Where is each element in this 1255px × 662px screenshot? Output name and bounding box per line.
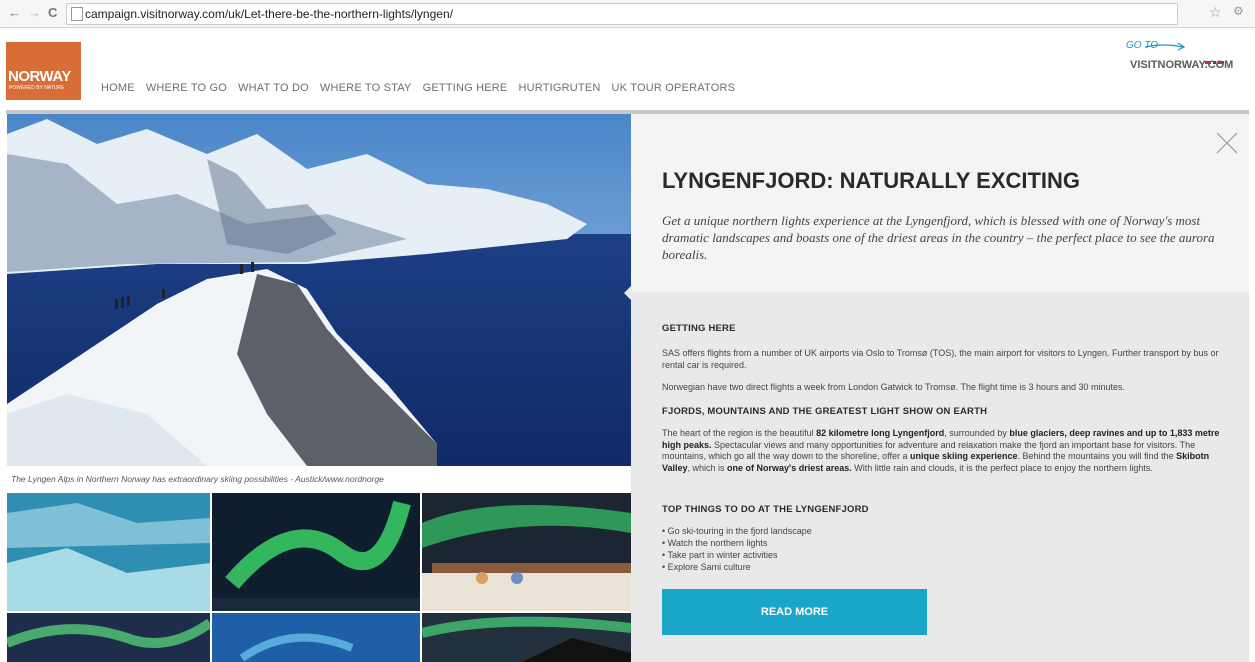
logo-tagline: POWERED BY NATURE xyxy=(9,85,65,91)
forward-button[interactable]: → xyxy=(28,5,41,20)
text-run: With little rain and clouds, it is the p… xyxy=(851,463,1153,474)
paragraph: SAS offers flights from a number of UK a… xyxy=(662,348,1219,370)
list-item: Watch the northern lights xyxy=(662,537,812,549)
nav-getting-here[interactable]: GETTING HERE xyxy=(423,82,508,94)
arrow-right-icon xyxy=(1144,42,1186,51)
main-navigation: HOME WHERE TO GO WHAT TO DO WHERE TO STA… xyxy=(101,82,735,94)
list-item: Explore Sami culture xyxy=(662,561,812,573)
panel-pointer xyxy=(624,285,632,301)
hero-caption: The Lyngen Alps in Northern Norway has e… xyxy=(11,474,384,484)
nav-uk-tour-operators[interactable]: UK TOUR OPERATORS xyxy=(612,82,736,94)
text-run: The heart of the region is the beautiful xyxy=(662,428,817,438)
text-run: . Behind the mountains you will find the xyxy=(1017,451,1177,462)
list-item: Go ski-touring in the fjord landscape xyxy=(662,525,812,537)
photo-tile[interactable] xyxy=(422,613,631,662)
visitnorway-link[interactable]: VISITNORWAY.COM xyxy=(1130,59,1233,71)
nav-hurtigruten[interactable]: HURTIGRUTEN xyxy=(518,82,600,94)
bookmark-star-icon[interactable]: ☆ xyxy=(1209,4,1222,21)
photo-tile[interactable] xyxy=(212,493,420,611)
norway-logo[interactable]: NORWAY POWERED BY NATURE xyxy=(6,42,81,100)
hero-image xyxy=(7,114,631,466)
paragraph: Norwegian have two direct flights a week… xyxy=(662,382,1126,392)
back-button[interactable]: ← xyxy=(8,5,21,20)
article-lead: Get a unique northern lights experience … xyxy=(662,213,1215,262)
photo-grid xyxy=(7,493,631,662)
nav-home[interactable]: HOME xyxy=(101,82,135,94)
text-run: , surrounded by xyxy=(944,428,1010,438)
bold-text: 82 kilometre long Lyngenfjord xyxy=(816,428,945,438)
section-heading: GETTING HERE xyxy=(662,323,736,334)
section-heading: TOP THINGS TO DO AT THE LYNGENFJORD xyxy=(662,504,869,515)
article-header-panel xyxy=(631,114,1249,292)
text-run: , which is xyxy=(687,463,728,474)
nav-where-to-stay[interactable]: WHERE TO STAY xyxy=(320,82,412,94)
address-text[interactable]: campaign.visitnorway.com/uk/Let-there-be… xyxy=(85,7,453,21)
paragraph: The heart of the region is the beautiful… xyxy=(662,428,1234,475)
reload-button[interactable]: C xyxy=(48,5,57,20)
photo-tile[interactable] xyxy=(7,493,210,611)
list-item: Take part in winter activities xyxy=(662,549,812,561)
logo-text: NORWAY xyxy=(8,68,71,85)
nav-where-to-go[interactable]: WHERE TO GO xyxy=(146,82,227,94)
nav-what-to-do[interactable]: WHAT TO DO xyxy=(238,82,309,94)
bold-text: unique skiing experience xyxy=(909,451,1018,462)
close-icon[interactable] xyxy=(1215,131,1239,155)
section-heading: FJORDS, MOUNTAINS AND THE GREATEST LIGHT… xyxy=(662,406,988,417)
photo-tile[interactable] xyxy=(7,613,210,662)
photo-tile[interactable] xyxy=(212,613,420,662)
address-bar[interactable]: campaign.visitnorway.com/uk/Let-there-be… xyxy=(66,3,1178,25)
page-icon xyxy=(71,7,83,21)
bold-text: one of Norway's driest areas. xyxy=(727,463,852,474)
todo-list: Go ski-touring in the fjord landscape Wa… xyxy=(662,525,812,573)
article-title: LYNGENFJORD: NATURALLY EXCITING xyxy=(662,168,1081,193)
extension-icon[interactable]: ⚙ xyxy=(1233,4,1244,18)
read-more-button[interactable]: READ MORE xyxy=(662,589,927,635)
photo-tile[interactable] xyxy=(422,493,631,611)
browser-toolbar: ← → C campaign.visitnorway.com/uk/Let-th… xyxy=(0,0,1255,28)
